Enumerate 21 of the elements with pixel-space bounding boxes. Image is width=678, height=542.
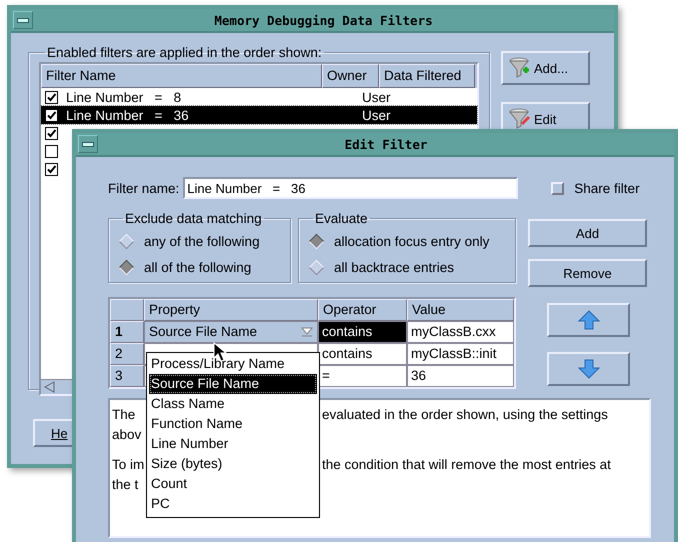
group-label: Evaluate — [314, 211, 369, 226]
window-title: Edit Filter — [344, 136, 428, 152]
checkbox-label: Share filter — [574, 180, 640, 196]
description-text: the condition that will remove the most entries at — [322, 456, 612, 472]
radio-label: all backtrace entries — [334, 260, 454, 274]
description-text: To im — [112, 456, 144, 472]
filter-name: Line Number = 8 — [66, 90, 182, 104]
owner-cell: User — [362, 90, 391, 104]
owner-cell: User — [362, 108, 391, 122]
description-text: evaluated in the order shown, using the settings — [322, 406, 609, 422]
radio-label: allocation focus entry only — [334, 234, 490, 248]
group-label: Exclude data matching — [124, 211, 263, 226]
filter-name: Line Number = 36 — [66, 108, 189, 122]
filter-name-label: Filter name: — [108, 180, 180, 196]
radio-label: all of the following — [144, 260, 252, 274]
window-title: Memory Debugging Data Filters — [213, 12, 434, 28]
description-text: The — [112, 406, 136, 422]
description-text: abov — [112, 426, 142, 442]
radio-label: any of the following — [144, 234, 260, 248]
group-label: Enabled filters are applied in the order shown: — [46, 45, 323, 60]
description-text: the t — [112, 476, 138, 492]
